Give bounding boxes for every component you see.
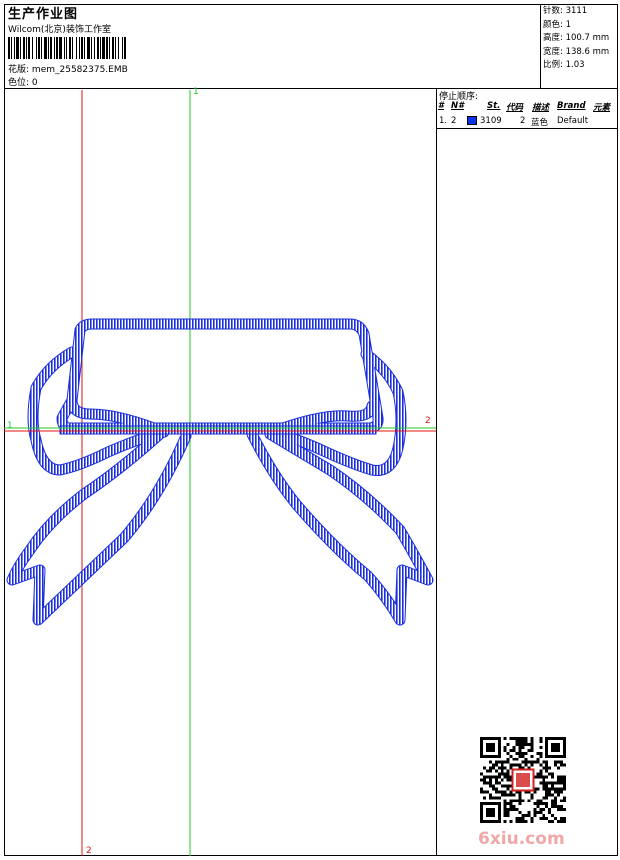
- qr-code: [480, 737, 566, 823]
- bow-outline: [6, 318, 434, 626]
- axis-label-red-bottom: 2: [86, 846, 92, 856]
- watermark-logo: 6xiu.com: [478, 829, 565, 849]
- axis-label-red-right: 2: [425, 416, 431, 426]
- axis-label-green-left: 1: [7, 421, 13, 431]
- axis-label-green-top: 1: [193, 87, 199, 97]
- embroidery-design: [4, 90, 436, 856]
- bow-center-bar: [59, 425, 377, 435]
